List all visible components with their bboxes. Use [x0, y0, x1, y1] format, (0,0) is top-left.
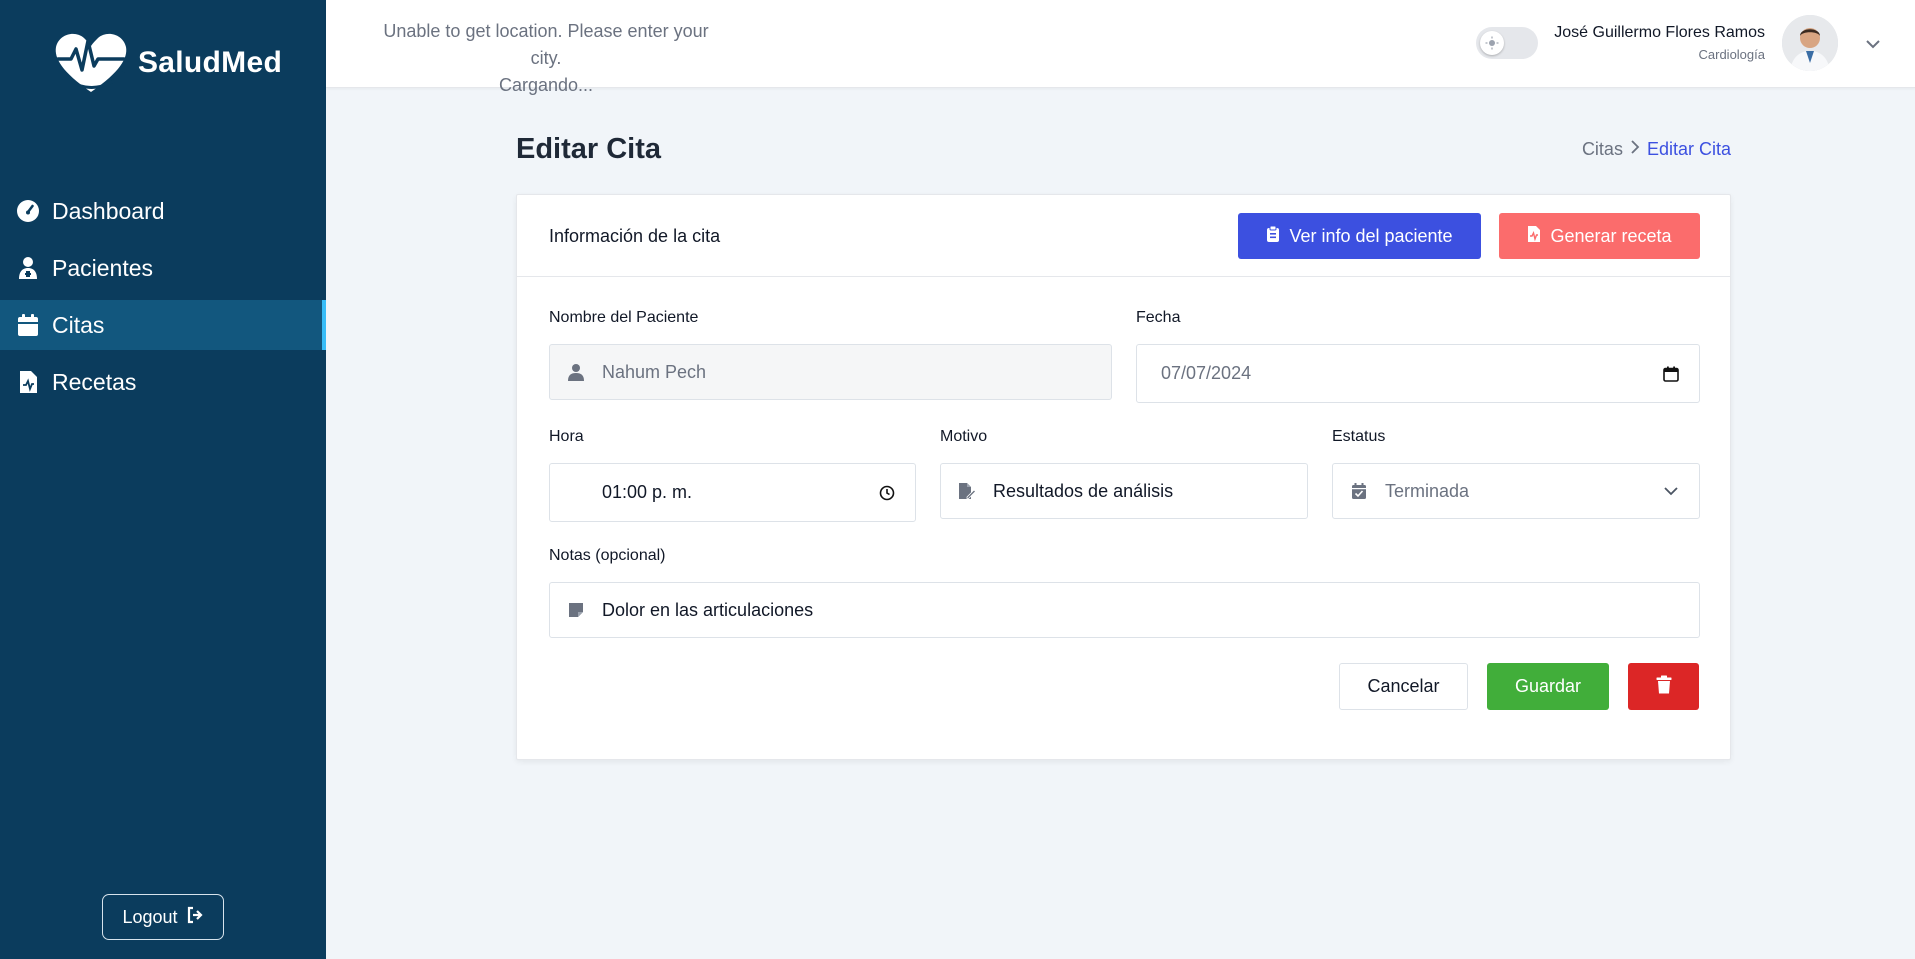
sidebar-item-label: Citas [52, 311, 105, 338]
sidebar-item-dashboard[interactable]: Dashboard [0, 186, 326, 236]
date-label: Fecha [1136, 309, 1181, 326]
sidebar-item-label: Pacientes [52, 254, 154, 281]
date-input[interactable]: 07/07/2024 [1136, 344, 1700, 403]
gauge-icon [16, 199, 40, 223]
reason-value: Resultados de análisis [993, 480, 1174, 501]
logout-button[interactable]: Logout [102, 894, 224, 940]
brand-logo[interactable]: SaludMed [52, 28, 282, 98]
breadcrumb-current: Editar Cita [1646, 139, 1731, 159]
sidebar: SaludMed Dashboard Pacientes Citas Recet… [0, 0, 326, 959]
avatar[interactable] [1782, 15, 1838, 71]
prescription-icon [16, 370, 40, 394]
notes-label: Notas (opcional) [549, 547, 666, 564]
status-select[interactable]: Terminada [1332, 463, 1700, 519]
time-label: Hora [549, 428, 584, 445]
sidebar-item-label: Dashboard [52, 197, 165, 224]
calendar-icon [16, 313, 40, 337]
notes-input[interactable]: Dolor en las articulaciones [549, 582, 1700, 638]
logout-label: Logout [122, 906, 178, 927]
view-patient-info-button[interactable]: Ver info del paciente [1238, 213, 1481, 259]
location-status: Unable to get location. Please enter you… [376, 18, 716, 99]
trash-icon [1656, 675, 1672, 699]
sidebar-item-citas[interactable]: Citas [0, 300, 326, 350]
sun-icon [1480, 31, 1504, 55]
generate-prescription-button[interactable]: Generar receta [1499, 213, 1700, 259]
sticky-note-icon [566, 600, 586, 620]
date-value: 07/07/2024 [1161, 363, 1252, 383]
notes-value: Dolor en las articulaciones [602, 599, 814, 620]
status-label: Estatus [1332, 428, 1386, 445]
card-title: Información de la cita [549, 226, 721, 246]
patient-icon [16, 256, 40, 280]
chevron-down-icon[interactable] [1862, 33, 1884, 55]
breadcrumb-citas-link[interactable]: Citas [1582, 139, 1623, 160]
chevron-down-icon [1661, 481, 1681, 501]
view-patient-info-label: Ver info del paciente [1289, 225, 1453, 246]
patient-name-label: Nombre del Paciente [549, 309, 699, 326]
cancel-button[interactable]: Cancelar [1339, 663, 1468, 710]
heart-logo-icon [55, 33, 127, 92]
user-name: José Guillermo Flores Ramos [1554, 24, 1765, 41]
page-title: Editar Cita [516, 133, 662, 165]
theme-toggle[interactable] [1476, 27, 1538, 59]
sidebar-item-label: Recetas [52, 368, 137, 395]
patient-name-field: Nahum Pech [549, 344, 1112, 400]
sidebar-item-pacientes[interactable]: Pacientes [0, 243, 326, 293]
clock-icon[interactable] [877, 483, 897, 503]
time-input[interactable]: 01:00 p. m. [549, 463, 916, 522]
time-value: 01:00 p. m. [602, 482, 693, 502]
sidebar-item-recetas[interactable]: Recetas [0, 357, 326, 407]
reason-label: Motivo [940, 428, 988, 445]
card-header: Información de la cita Ver info del paci… [517, 195, 1730, 277]
file-pen-icon [957, 481, 977, 501]
user-info[interactable]: José Guillermo Flores Ramos Cardiología [1554, 24, 1765, 62]
reason-input[interactable]: Resultados de análisis [940, 463, 1308, 519]
appointment-card: Información de la cita Ver info del paci… [516, 194, 1731, 760]
chevron-right-icon [1629, 139, 1641, 160]
calendar-check-icon [1349, 481, 1369, 501]
location-message: Unable to get location. Please enter you… [383, 21, 709, 68]
user-role: Cardiología [1698, 47, 1766, 62]
generate-prescription-label: Generar receta [1550, 225, 1672, 246]
save-button[interactable]: Guardar [1487, 663, 1609, 710]
calendar-picker-icon[interactable] [1661, 364, 1681, 384]
file-medical-icon [1527, 225, 1541, 248]
delete-button[interactable] [1628, 663, 1699, 710]
patient-name-value: Nahum Pech [602, 361, 707, 382]
clipboard-icon [1266, 225, 1280, 248]
user-icon [566, 362, 586, 382]
breadcrumb: Citas Editar Cita [1582, 139, 1731, 160]
sign-out-icon [186, 906, 204, 929]
top-header: Unable to get location. Please enter you… [326, 0, 1915, 95]
loading-text: Cargando... [498, 75, 594, 95]
brand-name: SaludMed [138, 46, 283, 79]
sidebar-nav: Dashboard Pacientes Citas Recetas [0, 186, 326, 414]
status-value: Terminada [1385, 480, 1470, 501]
